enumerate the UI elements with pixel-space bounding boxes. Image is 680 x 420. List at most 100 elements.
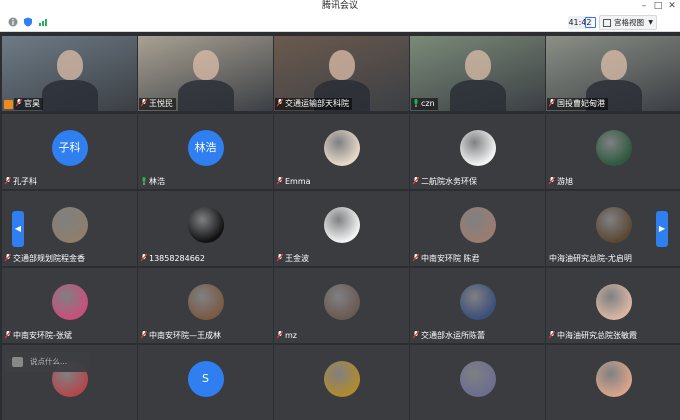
mic-muted-icon (276, 330, 284, 339)
grid-view-icon (603, 19, 611, 27)
participant-name: 二航院水务环保 (421, 177, 477, 186)
participant-nameplate: 游旭 (547, 176, 576, 188)
mic-muted-icon (15, 98, 23, 107)
participant-nameplate: 孔子科 (3, 176, 40, 188)
avatar (323, 130, 360, 166)
chat-input[interactable]: 说点什么... (6, 352, 89, 372)
participant-nameplate: 13858284662 (139, 253, 208, 265)
participant-nameplate: 中南安环院-张斌 (3, 330, 75, 342)
participant-nameplate: mz (275, 330, 300, 342)
participant-tile[interactable]: 王悦民 (138, 36, 273, 111)
person-body (41, 80, 98, 111)
participant-tile[interactable]: 林浩 林浩 (138, 114, 273, 189)
view-mode-label: 宫格视图 (614, 18, 644, 27)
participant-name: 国投曹妃甸港 (557, 99, 605, 108)
mic-icon (413, 99, 419, 107)
participant-name: 孔子科 (13, 177, 37, 186)
participant-tile[interactable]: 交通部水运所陈蕾 (410, 268, 545, 343)
participant-tile[interactable] (410, 345, 545, 420)
view-mode-dropdown[interactable]: 宫格视图 ▼ (599, 15, 657, 30)
participant-tile[interactable] (546, 345, 680, 420)
participant-name: 交通部规划院程金香 (13, 254, 85, 263)
chevron-down-icon: ▼ (648, 19, 653, 26)
person-silhouette (328, 50, 355, 80)
participant-name: 交通运输部天科院 (285, 99, 349, 108)
participant-nameplate: 王金波 (275, 253, 312, 265)
participant-tile[interactable]: mz (274, 268, 409, 343)
avatar (323, 361, 360, 397)
mic-muted-icon (548, 98, 556, 107)
meeting-toolbar: 41:42 宫格视图 ▼ (0, 13, 680, 32)
next-page-arrow[interactable]: ▶ (656, 211, 668, 247)
participant-tile[interactable]: 13858284662 (138, 191, 273, 266)
avatar (323, 284, 360, 320)
mic-muted-icon (140, 253, 148, 262)
mic-muted-icon (140, 330, 148, 339)
chat-bubble-icon (12, 357, 23, 367)
window-title: 腾讯会议 (321, 1, 358, 11)
participant-tile[interactable]: 中南安环院-张斌 (2, 268, 137, 343)
participant-tile[interactable]: 国投曹妃甸港 (546, 36, 680, 111)
participant-tile[interactable]: 中南安环院 陈君 (410, 191, 545, 266)
participant-nameplate: 中南安环院 陈君 (411, 253, 483, 265)
mic-muted-icon (4, 330, 12, 339)
avatar (187, 207, 224, 243)
participant-name: 中海油研究总院张敏霞 (557, 331, 637, 340)
participant-tile[interactable]: 官昊 (2, 36, 137, 111)
shield-icon[interactable] (23, 17, 33, 27)
prev-page-arrow[interactable]: ◀ (12, 211, 24, 247)
close-icon[interactable]: ✕ (666, 0, 678, 13)
mic-muted-icon (412, 330, 420, 339)
participant-tile[interactable]: 游旭 (546, 114, 680, 189)
participant-name: 中海油研究总院-尤启明 (549, 254, 632, 263)
participant-tile[interactable]: 中南安环院—王成林 (138, 268, 273, 343)
participant-tile[interactable]: Emma (274, 114, 409, 189)
avatar (51, 284, 88, 320)
person-silhouette (464, 50, 491, 80)
participant-name: 中南安环院—王成林 (149, 331, 221, 340)
minimize-icon[interactable]: – (638, 0, 650, 13)
mic-muted-icon (140, 98, 148, 107)
participant-tile[interactable]: 交通运输部天科院 (274, 36, 409, 111)
maximize-icon[interactable]: □ (652, 0, 664, 13)
chat-placeholder: 说点什么... (30, 357, 68, 366)
person-body (177, 80, 234, 111)
fullscreen-icon[interactable] (585, 17, 596, 28)
participant-tile[interactable]: 中海油研究总院张敏霞 (546, 268, 680, 343)
participant-tile[interactable]: 二航院水务环保 (410, 114, 545, 189)
participant-name: 中南安环院 陈君 (421, 254, 480, 263)
participant-name: 官昊 (24, 99, 40, 108)
participant-nameplate: 二航院水务环保 (411, 176, 480, 188)
participant-tile[interactable]: S (138, 345, 273, 420)
avatar (595, 284, 632, 320)
avatar: 子科 (51, 130, 88, 166)
participant-nameplate: 林浩 (139, 176, 168, 188)
mic-muted-icon (412, 253, 420, 262)
avatar (595, 207, 632, 243)
participant-nameplate: 交通部规划院程金香 (3, 253, 88, 265)
signal-icon[interactable] (38, 17, 48, 27)
participant-nameplate: Emma (275, 176, 314, 188)
participant-tile[interactable]: 王金波 (274, 191, 409, 266)
avatar (595, 361, 632, 397)
avatar (459, 361, 496, 397)
info-icon[interactable] (8, 17, 18, 27)
avatar (187, 284, 224, 320)
participant-name: 交通部水运所陈蕾 (421, 331, 485, 340)
mic-icon (141, 177, 147, 185)
person-body (449, 80, 506, 111)
avatar: 林浩 (187, 130, 224, 166)
person-silhouette (56, 50, 83, 80)
participant-name: 林浩 (149, 177, 165, 186)
participant-name: Emma (285, 177, 311, 186)
participant-tile[interactable] (274, 345, 409, 420)
participant-tile[interactable]: czn (410, 36, 545, 111)
host-icon (4, 100, 13, 109)
participant-name: mz (285, 331, 297, 340)
mic-muted-icon (276, 98, 284, 107)
mic-muted-icon (276, 253, 284, 262)
participant-tile[interactable]: 子科孔子科 (2, 114, 137, 189)
mic-muted-icon (4, 176, 12, 185)
avatar (595, 130, 632, 166)
participant-name: 中南安环院-张斌 (13, 331, 72, 340)
